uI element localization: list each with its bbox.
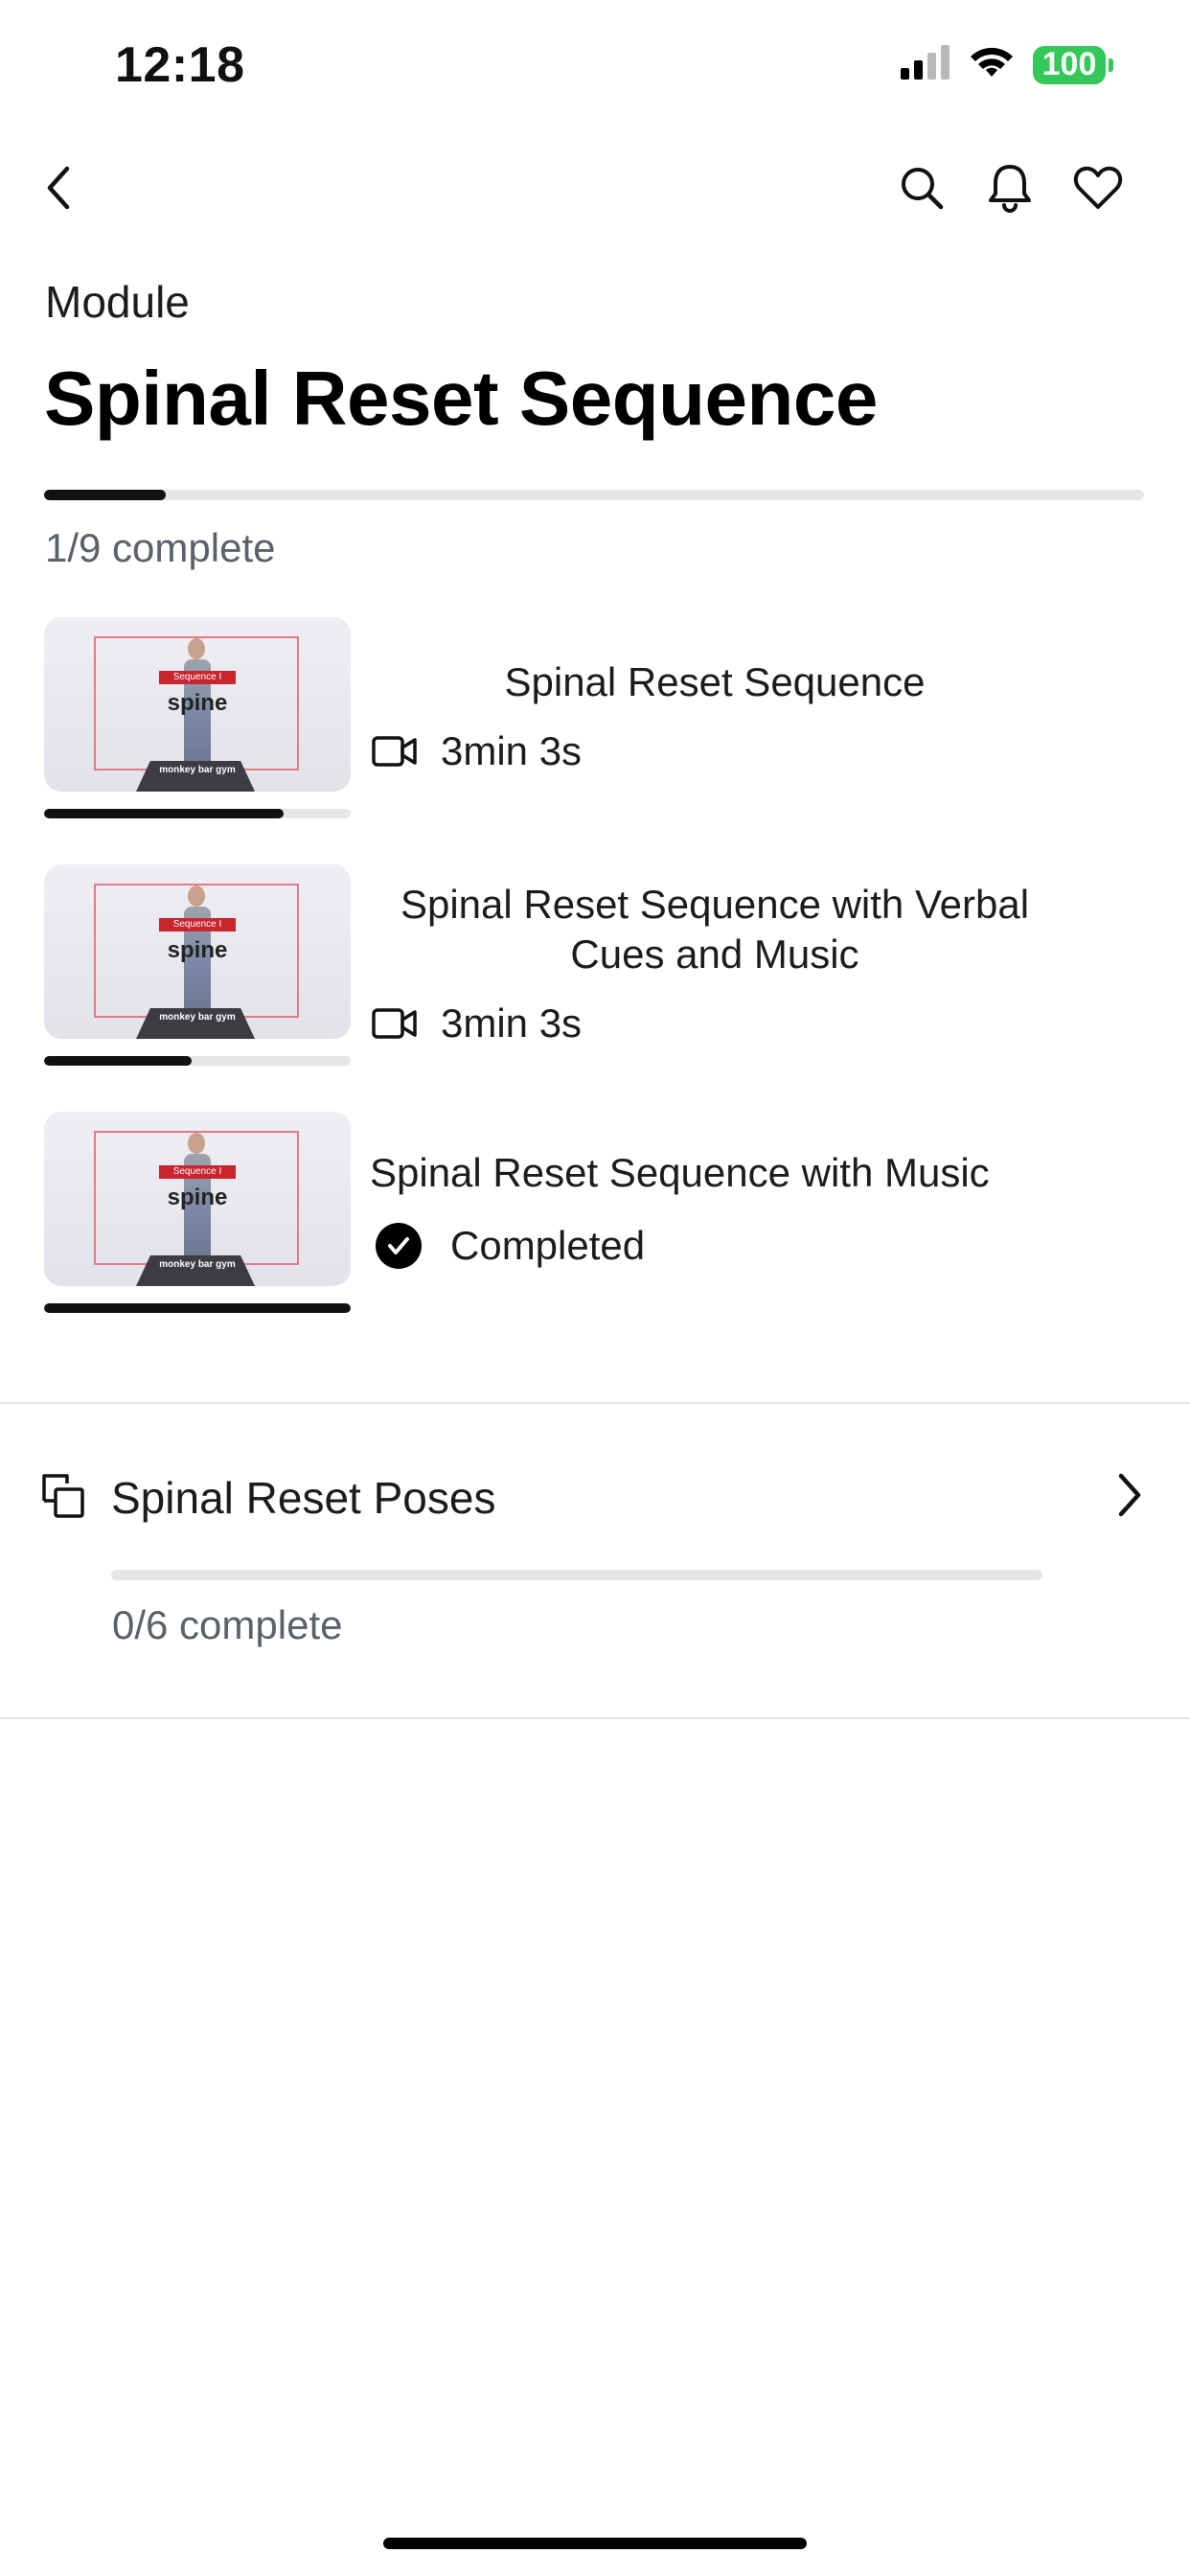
- submodule-progress-text: 0/6 complete: [112, 1602, 343, 1647]
- nested-squares-icon: [40, 1472, 88, 1520]
- lesson-item[interactable]: Sequence I spine monkey bar gym Spinal R…: [0, 617, 1190, 847]
- back-button[interactable]: [25, 153, 94, 222]
- lesson-title[interactable]: Spinal Reset Sequence with Music: [370, 1148, 1060, 1198]
- thumbnail-brand: monkey bar gym: [159, 1259, 236, 1270]
- lesson-title[interactable]: Spinal Reset Sequence with Verbal Cues a…: [374, 880, 1056, 979]
- thumbnail-word: spine: [167, 937, 228, 963]
- lesson-item[interactable]: Sequence I spine monkey bar gym Spinal R…: [0, 1112, 1190, 1342]
- lesson-meta: Completed: [376, 1223, 645, 1269]
- heart-icon: [1073, 166, 1123, 209]
- thumbnail-figure: [188, 1133, 205, 1154]
- submodule-title[interactable]: Spinal Reset Poses: [111, 1472, 495, 1524]
- lesson-progress-bar: [44, 1303, 351, 1313]
- thumbnail-figure: [188, 638, 205, 659]
- checkmark-circle-icon: [376, 1223, 422, 1269]
- lesson-thumbnail[interactable]: Sequence I spine monkey bar gym: [44, 617, 351, 792]
- lesson-item[interactable]: Sequence I spine monkey bar gym Spinal R…: [0, 864, 1190, 1094]
- nav-bar: [0, 153, 1190, 230]
- lesson-progress-bar: [44, 1056, 351, 1066]
- page-title: Spinal Reset Sequence: [44, 356, 878, 441]
- video-camera-icon: [372, 732, 418, 770]
- module-progress-fill: [44, 490, 167, 500]
- favorite-button[interactable]: [1064, 153, 1133, 222]
- chevron-right-icon[interactable]: [1102, 1468, 1156, 1522]
- thumbnail-sequence-label: Sequence I: [159, 1165, 236, 1179]
- section-divider: [0, 1402, 1190, 1404]
- lesson-progress-bar: [44, 809, 351, 818]
- thumbnail-brand: monkey bar gym: [159, 1012, 236, 1023]
- submodule-item[interactable]: Spinal Reset Poses 0/6 complete: [0, 1405, 1190, 1717]
- module-progress-bar: [44, 490, 1144, 500]
- battery-level: 100: [1033, 45, 1106, 84]
- status-bar: 12:18 100: [0, 0, 1190, 134]
- thumbnail-word: spine: [167, 690, 228, 716]
- lesson-duration: 3min 3s: [441, 728, 583, 773]
- wifi-icon: [968, 44, 1016, 85]
- lesson-progress-fill: [44, 809, 284, 818]
- status-icons: 100: [901, 44, 1113, 85]
- cellular-signal-icon: [901, 45, 950, 84]
- thumbnail-word: spine: [167, 1184, 228, 1210]
- chevron-left-icon: [47, 166, 70, 210]
- thumbnail-figure: [188, 886, 205, 907]
- submodule-progress-bar: [111, 1570, 1042, 1580]
- thumbnail-sequence-label: Sequence I: [159, 671, 236, 684]
- section-divider: [0, 1717, 1190, 1719]
- module-progress-text: 1/9 complete: [45, 525, 276, 570]
- lesson-title[interactable]: Spinal Reset Sequence: [374, 657, 1056, 707]
- lesson-duration: 3min 3s: [441, 1000, 583, 1046]
- video-camera-icon: [372, 1004, 418, 1043]
- notifications-button[interactable]: [975, 153, 1044, 222]
- status-time: 12:18: [115, 37, 245, 93]
- search-icon: [902, 168, 944, 210]
- thumbnail-brand: monkey bar gym: [159, 765, 236, 775]
- home-indicator[interactable]: [383, 2538, 807, 2549]
- lesson-status: Completed: [450, 1223, 646, 1268]
- lesson-progress-fill: [44, 1303, 351, 1313]
- lesson-progress-fill: [44, 1056, 192, 1066]
- search-button[interactable]: [887, 153, 956, 222]
- module-label: Module: [45, 277, 190, 327]
- bell-icon: [989, 165, 1031, 213]
- lesson-meta: 3min 3s: [372, 728, 582, 774]
- battery-tip: [1109, 58, 1113, 72]
- lesson-meta: 3min 3s: [372, 1000, 582, 1046]
- battery-icon: 100: [1033, 45, 1113, 84]
- lesson-thumbnail[interactable]: Sequence I spine monkey bar gym: [44, 1112, 351, 1286]
- lesson-thumbnail[interactable]: Sequence I spine monkey bar gym: [44, 864, 351, 1039]
- thumbnail-sequence-label: Sequence I: [159, 918, 236, 932]
